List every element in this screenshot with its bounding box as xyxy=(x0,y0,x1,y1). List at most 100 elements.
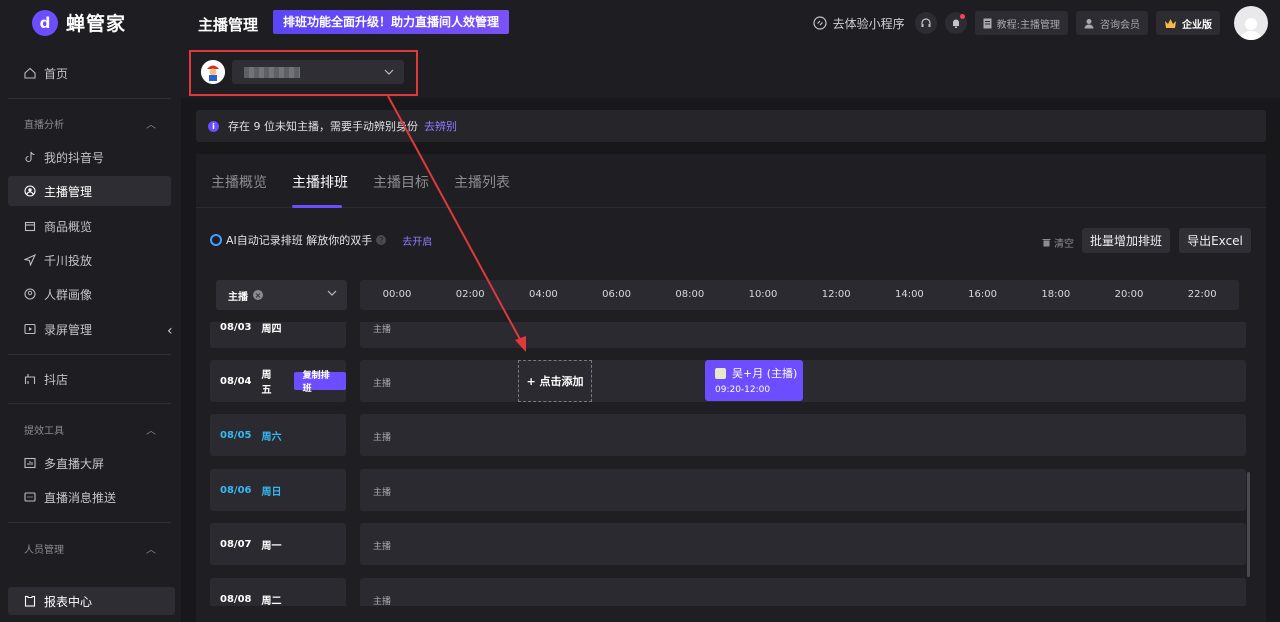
promo-banner[interactable]: 排班功能全面升级！助力直播间人效管理 xyxy=(273,10,510,34)
user-avatar[interactable] xyxy=(1234,6,1268,40)
active-tab-indicator xyxy=(292,205,342,208)
row-role-label: 主播 xyxy=(373,488,392,498)
sidebar-group-tools[interactable]: 提效工具 ︿ xyxy=(24,422,156,437)
sidebar-group-staff[interactable]: 人员管理 ︿ xyxy=(24,541,156,556)
identify-link[interactable]: 去辨别 xyxy=(424,118,457,134)
shop-icon xyxy=(24,374,36,384)
tab-schedule[interactable]: 主播排班 xyxy=(292,172,348,192)
play-icon xyxy=(24,323,36,335)
sidebar-item-push[interactable]: 直播消息推送 xyxy=(8,482,171,512)
sidebar-item-label: 商品概览 xyxy=(44,219,93,234)
sidebar-divider xyxy=(8,522,171,523)
row-weekday: 周二 xyxy=(261,595,282,607)
tutorial-label: 教程:主播管理 xyxy=(996,19,1060,31)
row-date: 08/06 xyxy=(220,484,252,496)
notification-dot xyxy=(959,14,965,19)
sidebar-item-label: 千川投放 xyxy=(44,253,93,268)
tab-target[interactable]: 主播目标 xyxy=(373,172,429,192)
annotation-highlight-box xyxy=(189,50,418,96)
shift-block[interactable]: 吴+月 (主播) 09:20-12:00 xyxy=(705,360,803,401)
group-label: 人员管理 xyxy=(24,545,64,556)
user-circle-icon xyxy=(24,185,36,197)
date-cell: 08/05 周六 xyxy=(210,414,346,456)
time-label: 00:00 xyxy=(382,289,412,300)
send-icon xyxy=(24,254,36,266)
schedule-cell[interactable]: 主播 xyxy=(360,322,1246,348)
bell-icon xyxy=(952,19,959,28)
row-date: 08/07 xyxy=(220,538,252,550)
batch-add-button[interactable]: 批量增加排班 xyxy=(1082,228,1170,253)
time-label: 14:00 xyxy=(894,289,924,300)
date-cell: 08/07 周一 xyxy=(210,523,346,565)
tab-bar: 主播概览 主播排班 主播目标 主播列表 xyxy=(196,154,1266,208)
add-shift-slot[interactable]: + 点击添加 xyxy=(518,360,592,402)
notification-button[interactable] xyxy=(944,12,967,34)
shift-host-name: 吴+月 (主播) xyxy=(732,367,798,380)
time-label: 04:00 xyxy=(528,289,558,300)
sidebar-item-crowd[interactable]: 人群画像 xyxy=(8,279,171,309)
enterprise-badge[interactable]: 企业版 xyxy=(1156,11,1220,35)
home-icon xyxy=(24,67,36,79)
app-logo[interactable]: d 蝉管家 xyxy=(32,9,126,36)
time-label: 02:00 xyxy=(455,289,485,300)
message-icon xyxy=(24,492,36,502)
time-label: 20:00 xyxy=(1114,289,1144,300)
clear-button[interactable]: 清空 xyxy=(1042,235,1074,250)
schedule-cell[interactable]: 主播 xyxy=(360,469,1246,511)
sidebar-divider xyxy=(8,403,171,404)
sidebar-divider xyxy=(8,98,171,99)
row-role-label: 主播 xyxy=(373,325,392,335)
schedule-cell[interactable]: 主播 + 点击添加 吴+月 (主播) 09:20-12:00 xyxy=(360,360,1246,402)
user-service-icon xyxy=(1084,18,1094,28)
sidebar-item-record[interactable]: 录屏管理 xyxy=(8,314,171,344)
sidebar-item-host-management[interactable]: 主播管理 xyxy=(8,176,171,206)
sidebar-item-label: 我的抖音号 xyxy=(44,150,105,165)
date-cell: 08/08 周二 xyxy=(210,578,346,606)
unknown-host-notice: i 存在 9 位未知主播，需要手动辨别身份 去辨别 xyxy=(196,110,1266,142)
sidebar-item-home[interactable]: 首页 xyxy=(8,58,171,88)
mini-program-link[interactable]: 去体验小程序 xyxy=(813,15,905,32)
consult-button[interactable]: 咨询会员 xyxy=(1076,11,1148,35)
row-date: 08/05 xyxy=(220,429,252,441)
box-icon xyxy=(24,221,36,232)
group-label: 提效工具 xyxy=(24,426,64,437)
row-weekday: 周六 xyxy=(261,431,282,443)
help-icon[interactable]: ? xyxy=(376,235,387,245)
tab-overview[interactable]: 主播概览 xyxy=(211,172,267,192)
host-filter-select[interactable]: 主播 × xyxy=(216,280,347,310)
copy-schedule-button[interactable]: 复制排班 xyxy=(293,371,346,394)
sidebar-item-label: 直播消息推送 xyxy=(44,490,117,505)
headset-button[interactable] xyxy=(914,12,937,34)
row-role-label: 主播 xyxy=(373,597,392,606)
time-label: 06:00 xyxy=(602,289,632,300)
host-avatar-icon xyxy=(715,367,726,379)
sidebar-item-report[interactable]: 报表中心 xyxy=(8,587,175,615)
schedule-row: 08/05 周六 主播 xyxy=(210,414,1246,456)
clear-tag-icon[interactable]: × xyxy=(253,290,263,300)
sidebar-collapse-icon[interactable]: ‹ xyxy=(167,323,173,339)
sidebar-item-label: 抖店 xyxy=(44,372,69,387)
schedule-cell[interactable]: 主播 xyxy=(360,414,1246,456)
trash-icon xyxy=(1042,239,1051,247)
sidebar-item-label: 首页 xyxy=(44,66,69,81)
sidebar-item-label: 人群画像 xyxy=(44,287,93,302)
schedule-cell[interactable]: 主播 xyxy=(360,523,1246,565)
schedule-cell[interactable]: 主播 xyxy=(360,578,1246,606)
schedule-row: 08/04 周五 复制排班 主播 + 点击添加 吴+月 (主播) 09:20-12:00 xyxy=(210,360,1246,402)
enable-ai-link[interactable]: 去开启 xyxy=(402,233,432,248)
scrollbar[interactable] xyxy=(1247,472,1250,577)
chevron-up-icon: ︿ xyxy=(146,120,156,131)
sidebar-item-goods[interactable]: 商品概览 xyxy=(8,211,171,241)
ai-robot-icon xyxy=(210,234,222,246)
sidebar-item-label: 报表中心 xyxy=(44,594,93,609)
sidebar-item-shop[interactable]: 抖店 xyxy=(8,364,171,394)
sidebar-item-my-douyin[interactable]: 我的抖音号 xyxy=(8,142,171,172)
tab-list[interactable]: 主播列表 xyxy=(454,172,510,192)
sidebar-group-live[interactable]: 直播分析 ︿ xyxy=(24,116,156,131)
sidebar-item-qianchuan[interactable]: 千川投放 xyxy=(8,245,171,275)
schedule-row: 08/08 周二 主播 xyxy=(210,578,1246,606)
sidebar-item-multi-screen[interactable]: 多直播大屏 xyxy=(8,448,171,478)
row-date: 08/08 xyxy=(220,593,252,605)
tutorial-button[interactable]: 教程:主播管理 xyxy=(974,11,1068,35)
export-excel-button[interactable]: 导出Excel xyxy=(1179,228,1251,253)
